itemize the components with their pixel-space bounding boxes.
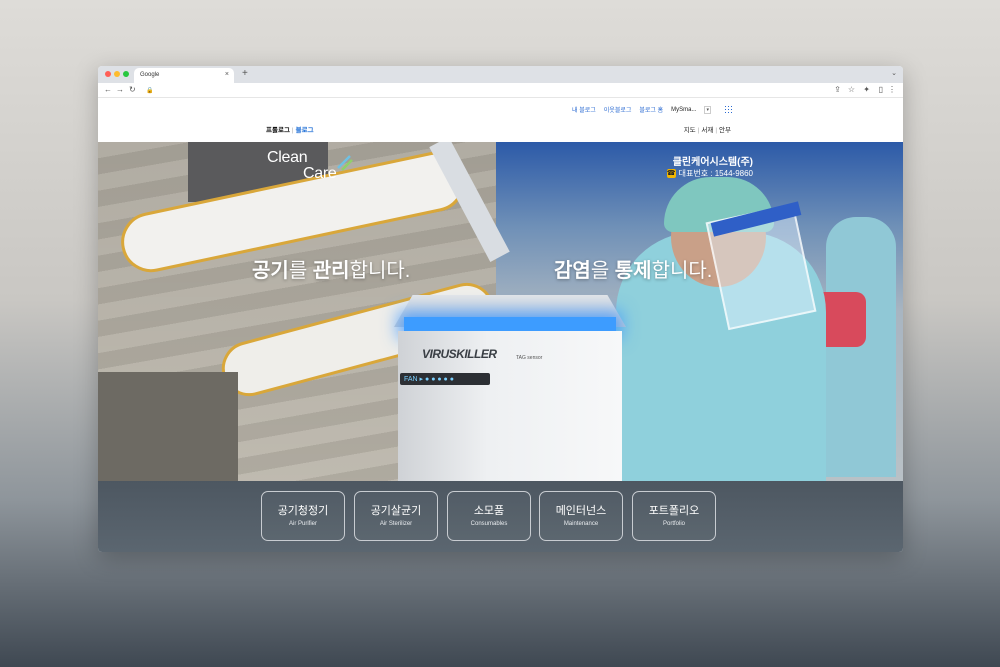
extensions-icon[interactable]: ✦ (863, 85, 870, 94)
maximize-window-button[interactable] (123, 71, 129, 77)
apps-grid-icon[interactable] (724, 105, 732, 113)
browser-window: Google × + ⌄ ← → ↻ 🔒 ⇪ ☆ ✦ ▯ ⋮ 내 블로그 이웃블… (98, 66, 903, 552)
back-icon[interactable]: ← (104, 85, 112, 94)
blog-header: 내 블로그 이웃블로그 블로그 홈 MySma... ▾ 프롤로그 | 블로그 지도… (98, 98, 903, 142)
lock-icon[interactable]: 🔒 (146, 87, 153, 94)
blog-menu: 지도 | 서재 | 안부 (683, 127, 731, 134)
hero-banner: Clean Care 클린케어시스템(주) ☎ 대표번호 : 1544-9860… (98, 142, 903, 481)
browser-toolbar: ← → ↻ 🔒 ⇪ ☆ ✦ ▯ ⋮ (98, 83, 903, 98)
category-menu: 공기청정기 Air Purifier 공기살균기 Air Sterilizer … (98, 481, 903, 552)
tab-blog[interactable]: 블로그 (296, 127, 314, 134)
company-name: 클린케어시스템(주) (672, 157, 753, 168)
tab-title: Google (140, 72, 160, 78)
side-panel-icon[interactable]: ▯ (879, 85, 883, 94)
viruskiller-device: VIRUSKILLER FAN ▸ ● ● ● ● ● TAG sensor (394, 287, 626, 481)
logo-line1: Clean (267, 149, 308, 166)
logo-mark-icon (337, 155, 353, 171)
my-blog-link[interactable]: 내 블로그 (572, 105, 596, 114)
tab-close-icon[interactable]: × (225, 71, 229, 78)
tab-prologue[interactable]: 프롤로그 (266, 127, 290, 134)
tab-list-icon[interactable]: ⌄ (891, 69, 897, 77)
menu-books[interactable]: 서재 (701, 127, 713, 134)
device-brand: VIRUSKILLER (422, 347, 497, 361)
air-purifier-button[interactable]: 공기청정기 Air Purifier (261, 491, 345, 541)
forward-icon[interactable]: → (116, 85, 124, 94)
device-control-panel: FAN ▸ ● ● ● ● ● (400, 373, 490, 385)
portfolio-button[interactable]: 포트폴리오 Portfolio (632, 491, 716, 541)
air-sterilizer-button[interactable]: 공기살균기 Air Sterilizer (354, 491, 438, 541)
browser-menu-icon[interactable]: ⋮ (888, 85, 896, 94)
bookmark-star-icon[interactable]: ☆ (848, 85, 855, 94)
user-name[interactable]: MySma... (671, 107, 696, 113)
maintenance-button[interactable]: 메인터넌스 Maintenance (539, 491, 623, 541)
consumables-button[interactable]: 소모품 Consumables (447, 491, 531, 541)
phone-icon: ☎ (666, 169, 676, 178)
neighbor-blog-link[interactable]: 이웃블로그 (604, 105, 632, 114)
phone-text: 대표번호 : 1544-9860 (678, 169, 753, 178)
new-tab-button[interactable]: + (242, 68, 248, 79)
slogan-infection: 감염을 통제합니다. (554, 260, 713, 282)
tab-bar: Google × + ⌄ (98, 66, 903, 83)
share-icon[interactable]: ⇪ (834, 85, 841, 94)
minimize-window-button[interactable] (114, 71, 120, 77)
blog-tabs: 프롤로그 | 블로그 (266, 127, 314, 134)
reload-icon[interactable]: ↻ (129, 85, 136, 94)
device-sensor-label: TAG sensor (516, 355, 543, 361)
phone-info: ☎ 대표번호 : 1544-9860 (666, 168, 753, 179)
menu-guestbook[interactable]: 안부 (719, 127, 731, 134)
top-links: 내 블로그 이웃블로그 블로그 홈 MySma... ▾ (572, 105, 733, 114)
logo-line2: Care (303, 165, 337, 182)
user-menu-caret-icon[interactable]: ▾ (704, 105, 711, 114)
browser-tab[interactable]: Google × (134, 68, 234, 83)
blog-home-link[interactable]: 블로그 홈 (639, 105, 663, 114)
close-window-button[interactable] (105, 71, 111, 77)
menu-map[interactable]: 지도 (684, 127, 696, 134)
cleancare-logo[interactable]: Clean Care (267, 149, 337, 182)
slogan-air: 공기를 관리합니다. (252, 260, 411, 282)
